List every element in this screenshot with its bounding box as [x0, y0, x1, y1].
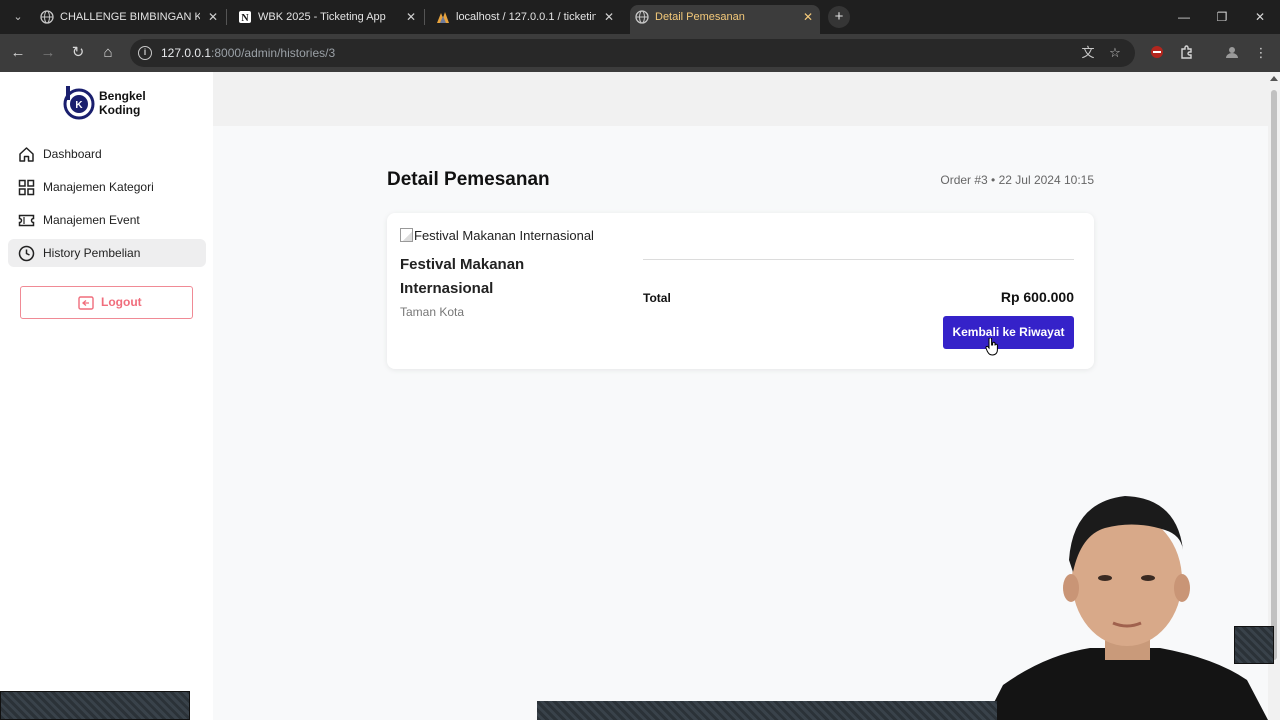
browser-toolbar: ← → ↻ ⌂ i 127.0.0.1:8000/admin/histories… — [0, 34, 1280, 72]
logout-button[interactable]: Logout — [20, 286, 193, 319]
svg-text:N: N — [241, 13, 249, 24]
page-title: Detail Pemesanan — [387, 169, 550, 190]
logout-icon — [78, 296, 94, 310]
page-scrollbar[interactable] — [1268, 72, 1280, 720]
browser-tab-inner: Detail Pemesanan ✕ — [635, 6, 815, 28]
home-icon — [19, 147, 34, 162]
top-header-bar — [213, 72, 1268, 126]
sidebar-item-manajemen-kategori[interactable]: Manajemen Kategori — [8, 173, 206, 201]
brand-logo[interactable]: K Bengkel Koding — [63, 86, 163, 122]
browser-tab-active[interactable]: Detail Pemesanan ✕ — [630, 5, 820, 34]
webcam-overlay — [985, 480, 1268, 720]
extension-blocker-icon[interactable] — [1148, 44, 1166, 62]
back-arrow-icon[interactable]: ← — [8, 43, 28, 63]
tab-close-icon[interactable]: ✕ — [206, 6, 220, 28]
tab-close-icon[interactable]: ✕ — [602, 6, 616, 28]
restore-icon[interactable]: ❐ — [1212, 8, 1232, 26]
new-tab-plus-icon[interactable]: + — [828, 6, 850, 28]
home-browser-icon[interactable]: ⌂ — [98, 43, 118, 63]
scrollbar-thumb[interactable] — [1271, 90, 1277, 660]
sidebar-item-dashboard[interactable]: Dashboard — [8, 140, 206, 168]
presenter-webcam-image — [985, 496, 1268, 720]
tab-title: WBK 2025 - Ticketing App — [258, 11, 386, 23]
svg-text:K: K — [75, 100, 83, 111]
total-label: Total — [643, 291, 671, 305]
extensions-puzzle-icon[interactable] — [1178, 44, 1196, 62]
sidebar: K Bengkel Koding Dashboard Manajemen Kat… — [0, 72, 213, 720]
url-text[interactable]: 127.0.0.1:8000/admin/histories/3 — [161, 39, 335, 67]
notion-icon: N — [239, 11, 251, 24]
browser-tab-bar: ⌄ CHALLENGE BIMBINGAN KARIR ✕ N WBK 2025… — [0, 0, 1280, 34]
order-meta: Order #3 • 22 Jul 2024 10:15 — [940, 173, 1094, 187]
sidebar-item-label: Manajemen Event — [43, 213, 140, 227]
total-value: Rp 600.000 — [1000, 289, 1074, 305]
globe-icon — [635, 10, 649, 24]
back-to-history-button[interactable]: Kembali ke Riwayat — [943, 316, 1074, 349]
event-name: Festival Makanan Internasional — [400, 256, 525, 297]
browser-tab[interactable]: N WBK 2025 - Ticketing App ✕ — [238, 6, 418, 28]
grid-icon — [18, 179, 35, 196]
reload-icon[interactable]: ↻ — [68, 43, 88, 63]
browser-tab[interactable]: CHALLENGE BIMBINGAN KARIR ✕ — [40, 6, 220, 28]
tab-title: localhost / 127.0.0.1 / ticketing_ — [456, 11, 596, 23]
brand-name: Bengkel Koding — [99, 89, 169, 117]
tab-title: CHALLENGE BIMBINGAN KARIR — [60, 11, 200, 23]
tab-close-icon[interactable]: ✕ — [404, 6, 418, 28]
clock-icon — [18, 245, 35, 262]
overlay-block — [0, 691, 190, 720]
brand-name-line1: Bengkel — [99, 89, 146, 103]
tab-separator — [424, 9, 425, 25]
overlay-block — [537, 701, 997, 720]
tab-close-icon[interactable]: ✕ — [801, 6, 815, 28]
sidebar-item-label: Manajemen Kategori — [43, 180, 154, 194]
sidebar-item-label: Dashboard — [43, 147, 102, 161]
sidebar-item-manajemen-event[interactable]: Manajemen Event — [8, 206, 206, 234]
sidebar-item-history-pembelian[interactable]: History Pembelian — [8, 239, 206, 267]
profile-avatar-icon[interactable] — [1223, 44, 1241, 62]
browser-tab[interactable]: localhost / 127.0.0.1 / ticketing_ ✕ — [436, 6, 616, 28]
divider — [643, 259, 1074, 260]
url-path: :8000/admin/histories/3 — [211, 46, 336, 60]
address-bar[interactable]: i 127.0.0.1:8000/admin/histories/3 文 ☆ — [130, 39, 1135, 67]
tab-separator — [226, 9, 227, 25]
globe-icon — [40, 10, 54, 24]
scroll-up-arrow-icon[interactable] — [1270, 76, 1278, 81]
overlay-block — [1234, 626, 1274, 664]
site-info-icon[interactable]: i — [138, 46, 152, 60]
broken-image-icon — [400, 228, 413, 242]
event-location: Taman Kota — [400, 305, 465, 319]
url-host: 127.0.0.1 — [161, 46, 212, 60]
tab-search-chevron-icon[interactable]: ⌄ — [8, 7, 28, 27]
bengkel-koding-logo-icon: K — [63, 86, 95, 120]
brand-name-line2: Koding — [99, 103, 141, 117]
forward-arrow-icon[interactable]: → — [38, 43, 58, 63]
phpmyadmin-icon — [437, 12, 449, 23]
ticket-icon — [18, 214, 35, 227]
logout-label: Logout — [101, 295, 142, 309]
sidebar-item-label: History Pembelian — [43, 246, 141, 260]
translate-icon[interactable]: 文 — [1080, 45, 1096, 61]
minimize-icon[interactable]: — — [1174, 8, 1194, 26]
bookmark-star-icon[interactable]: ☆ — [1107, 45, 1123, 61]
event-image: Festival Makanan Internasional — [400, 228, 594, 243]
tab-title: Detail Pemesanan — [655, 11, 745, 23]
hand-cursor-icon — [985, 338, 998, 356]
browser-menu-icon[interactable]: ⋮ — [1252, 44, 1270, 62]
close-window-icon[interactable]: ✕ — [1250, 8, 1270, 26]
event-image-alt: Festival Makanan Internasional — [414, 228, 594, 243]
